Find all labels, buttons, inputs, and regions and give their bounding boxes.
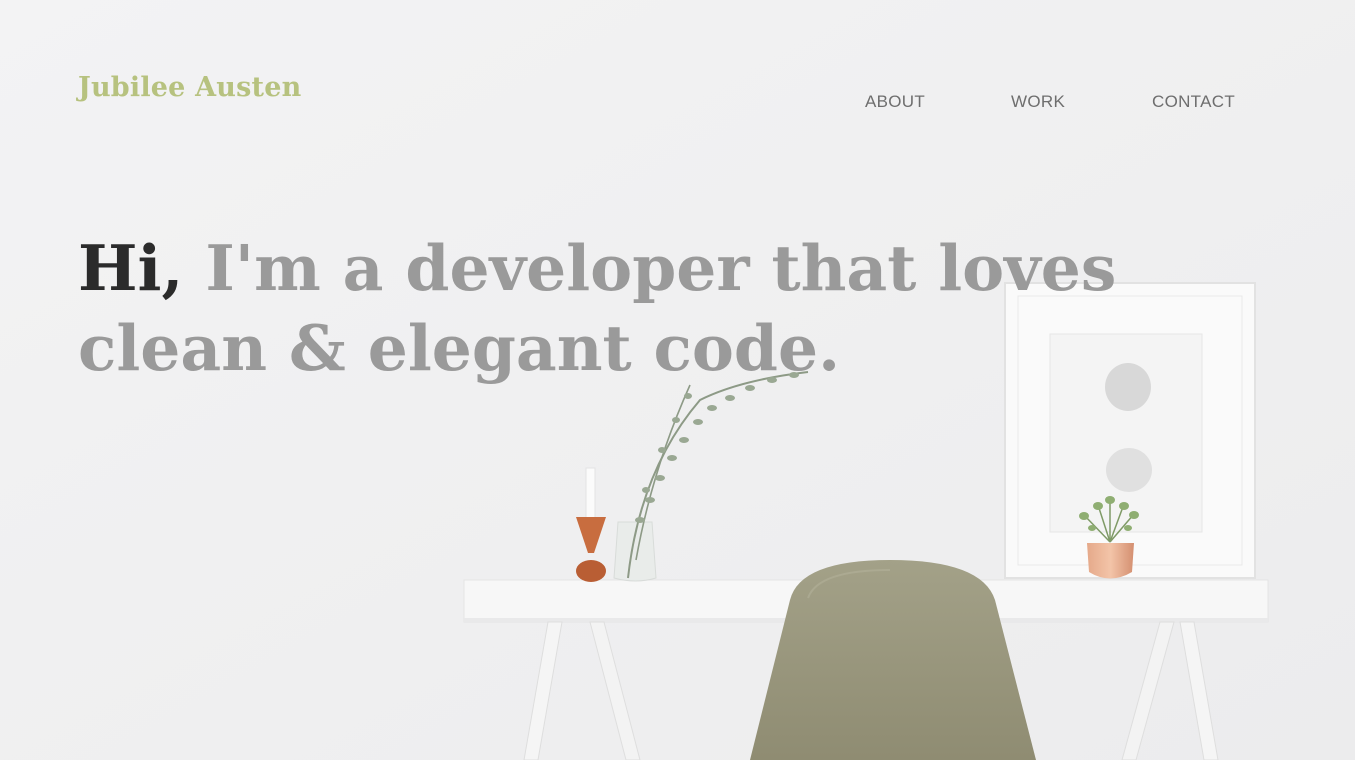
hero-headline: Hi, I'm a developer that loves clean & el… xyxy=(78,228,1178,388)
hero-greeting: Hi, xyxy=(78,231,184,305)
hero-headline-line2: clean & elegant code. xyxy=(78,311,840,385)
nav-item-work[interactable]: WORK xyxy=(1011,92,1065,112)
hero-headline-line1: I'm a developer that loves xyxy=(183,231,1117,305)
nav-item-contact[interactable]: CONTACT xyxy=(1152,92,1235,112)
brand-logo[interactable]: Jubilee Austen xyxy=(78,72,301,103)
nav-item-about[interactable]: ABOUT xyxy=(865,92,925,112)
